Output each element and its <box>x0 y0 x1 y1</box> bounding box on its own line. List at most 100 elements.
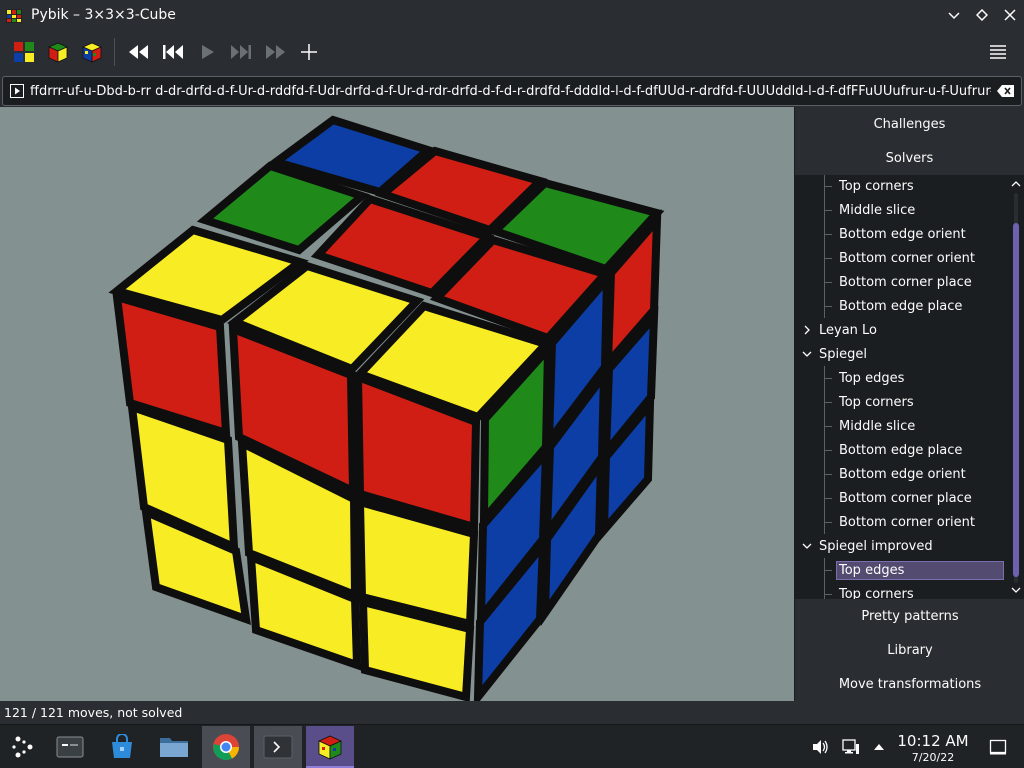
play-marker-icon <box>10 84 24 98</box>
main-menu-button[interactable] <box>982 36 1014 68</box>
tree-item-label: Top edges <box>839 370 905 386</box>
tree-branch-line <box>824 378 832 379</box>
new-random-button[interactable] <box>8 36 40 68</box>
tree-branch-line <box>824 282 832 283</box>
task-pybik[interactable] <box>306 726 354 768</box>
tree-item[interactable]: Bottom edge orient <box>795 462 1005 486</box>
chrome-icon <box>213 734 239 760</box>
tree-item[interactable]: Top corners <box>795 390 1005 414</box>
preferences-button[interactable] <box>76 36 108 68</box>
chevron-right-icon[interactable] <box>801 324 813 336</box>
tree-item[interactable]: Top corners <box>795 582 1005 599</box>
solvers-tree[interactable]: Top corners Middle slice Bottom edge orien… <box>795 175 1024 599</box>
task-discover[interactable] <box>98 726 146 768</box>
clock-time[interactable]: 10:12 AM <box>896 732 970 750</box>
hamburger-menu-icon <box>990 45 1006 59</box>
clock-date[interactable]: 7/20/22 <box>896 751 970 764</box>
tree-item-label: Bottom corner place <box>839 490 972 506</box>
tree-item[interactable]: Spiegel <box>795 342 1005 366</box>
task-pager[interactable] <box>46 726 94 768</box>
close-button[interactable] <box>998 3 1022 27</box>
new-solved-button[interactable] <box>42 36 74 68</box>
step-back-button[interactable] <box>157 36 189 68</box>
tree-branch-line <box>824 402 832 403</box>
terminal-icon <box>263 735 293 759</box>
plus-icon <box>301 44 317 60</box>
network-tray[interactable] <box>841 737 861 757</box>
task-file-manager[interactable] <box>150 726 198 768</box>
library-header[interactable]: Library <box>795 633 1024 667</box>
move-transformations-header[interactable]: Move transformations <box>795 667 1024 701</box>
tree-item[interactable]: Leyan Lo <box>795 318 1005 342</box>
tree-item[interactable]: Bottom corner place <box>795 486 1005 510</box>
tree-item-label: Leyan Lo <box>819 322 878 338</box>
tree-item-label: Top corners <box>839 394 914 410</box>
solvers-header[interactable]: Solvers <box>795 141 1024 175</box>
taskbar: 10:12 AM 7/20/22 <box>0 724 1024 768</box>
tree-item[interactable]: Bottom edge place <box>795 294 1005 318</box>
scrollbar-thumb[interactable] <box>1013 223 1019 577</box>
add-mark-button[interactable] <box>293 36 325 68</box>
tree-item[interactable]: Middle slice <box>795 414 1005 438</box>
toolbar <box>0 30 1024 74</box>
scrambled-cube-icon <box>82 42 102 63</box>
pretty-patterns-header[interactable]: Pretty patterns <box>795 599 1024 633</box>
scroll-up-icon[interactable] <box>1010 179 1022 189</box>
tree-item-label: Middle slice <box>839 202 916 218</box>
tree-item[interactable]: Middle slice <box>795 198 1005 222</box>
solved-cube-icon <box>48 42 68 63</box>
show-desktop-icon <box>989 739 1007 755</box>
tree-item-label: Top edges <box>836 560 1004 580</box>
application-launcher[interactable] <box>0 726 48 768</box>
step-forward-button[interactable] <box>225 36 257 68</box>
tree-item[interactable]: Top edges <box>795 366 1005 390</box>
tree-branch-line <box>824 210 832 211</box>
tree-item[interactable]: Spiegel improved <box>795 534 1005 558</box>
tray-expander[interactable] <box>869 737 889 757</box>
random-cube-icon <box>14 42 34 62</box>
move-entry[interactable]: ffdrrr-uf-u-Dbd-b-rr d-dr-drfd-d-f-Ur-d-… <box>2 76 1022 106</box>
rewind-icon <box>129 45 148 59</box>
clear-text-icon[interactable] <box>997 84 1015 98</box>
task-chrome[interactable] <box>202 726 250 768</box>
tree-item[interactable]: Bottom corner orient <box>795 246 1005 270</box>
rubiks-cube[interactable] <box>0 107 794 701</box>
show-desktop-button[interactable] <box>988 737 1008 757</box>
virtual-desktop-icon <box>56 736 84 758</box>
task-terminal[interactable] <box>254 726 302 768</box>
cube-3d-view[interactable] <box>0 107 794 701</box>
tree-branch-line <box>824 474 832 475</box>
chevron-down-icon[interactable] <box>801 540 813 552</box>
minimize-button[interactable] <box>942 3 966 27</box>
tree-item[interactable]: Top corners <box>795 175 1005 198</box>
tree-item-label: Spiegel improved <box>819 538 933 554</box>
volume-tray[interactable] <box>810 737 830 757</box>
forward-button[interactable] <box>259 36 291 68</box>
network-wired-icon <box>842 739 859 754</box>
scroll-down-icon[interactable] <box>1010 585 1022 595</box>
status-text: 121 / 121 moves, not solved <box>4 705 183 720</box>
rewind-button[interactable] <box>123 36 155 68</box>
tree-item[interactable]: Bottom edge place <box>795 438 1005 462</box>
launcher-icon <box>12 736 33 758</box>
tree-item-label: Bottom corner orient <box>839 250 975 266</box>
chevron-down-icon <box>948 12 960 20</box>
tree-branch-line <box>824 426 832 427</box>
tree-item-label: Top corners <box>839 586 914 600</box>
challenges-header[interactable]: Challenges <box>795 107 1024 141</box>
tree-item[interactable]: Bottom corner place <box>795 270 1005 294</box>
chevron-down-icon[interactable] <box>801 348 813 360</box>
tree-item[interactable]: Bottom corner orient <box>795 510 1005 534</box>
tree-item-label: Bottom corner place <box>839 274 972 290</box>
move-text[interactable]: ffdrrr-uf-u-Dbd-b-rr d-dr-drfd-d-f-Ur-d-… <box>30 84 991 99</box>
tree-guide-line <box>824 582 825 599</box>
tree-item-label: Bottom edge place <box>839 298 963 314</box>
pybik-app-icon <box>6 9 22 23</box>
tree-branch-line <box>824 570 832 571</box>
tree-scrollbar[interactable] <box>1009 179 1023 595</box>
tree-item[interactable]: Top edges <box>795 558 1005 582</box>
chevron-up-icon <box>874 744 884 750</box>
play-button[interactable] <box>191 36 223 68</box>
maximize-button[interactable] <box>970 3 994 27</box>
tree-item[interactable]: Bottom edge orient <box>795 222 1005 246</box>
